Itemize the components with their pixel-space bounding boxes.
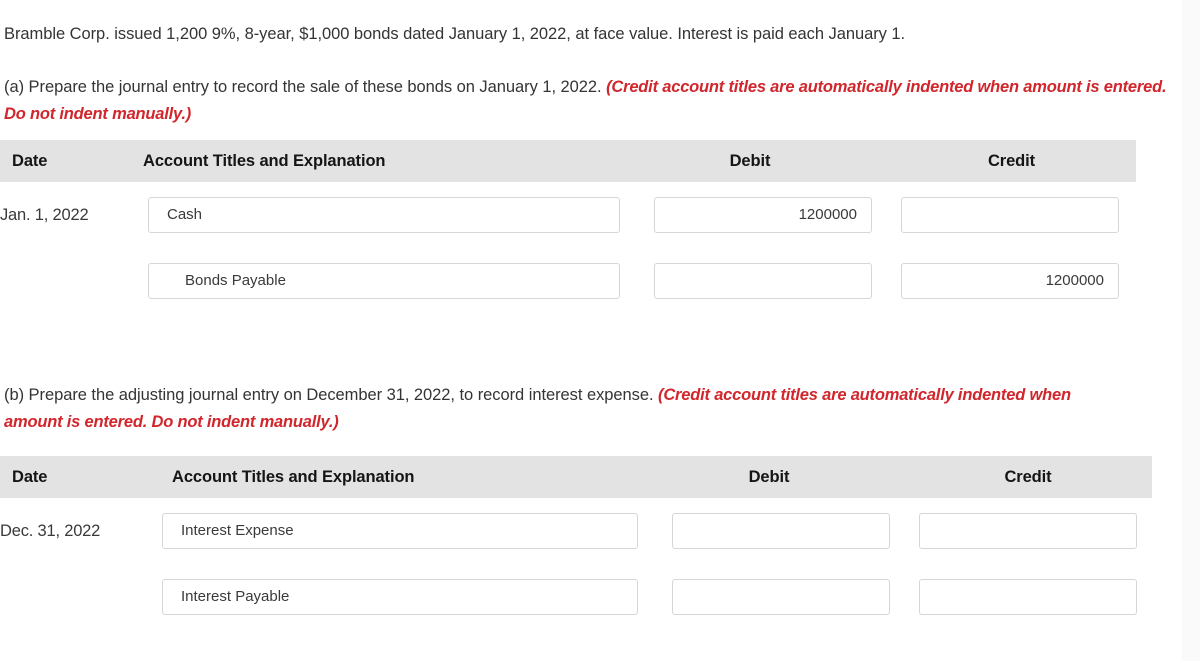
credit-amount-input[interactable] (901, 197, 1119, 233)
part-b-prompt: (b) Prepare the adjusting journal entry … (4, 382, 1114, 436)
page-right-gutter (1182, 0, 1200, 661)
table-row: Jan. 1, 2022 Cash 1200000 (0, 182, 1136, 248)
table-a-row-0-account-cell: Cash (143, 182, 651, 248)
table-b-header-debit: Debit (668, 456, 918, 498)
journal-entry-table-b: Date Account Titles and Explanation Debi… (0, 456, 1152, 630)
table-b-row-0-debit-cell (668, 498, 918, 564)
table-a-header-debit: Debit (651, 140, 901, 182)
table-a-row-1-credit-cell: 1200000 (901, 248, 1136, 314)
table-a-header-credit: Credit (901, 140, 1136, 182)
table-row: Dec. 31, 2022 Interest Expense (0, 498, 1152, 564)
account-title-input[interactable]: Interest Expense (162, 513, 638, 549)
part-b-prompt-text: (b) Prepare the adjusting journal entry … (4, 385, 659, 404)
table-b-header-credit: Credit (918, 456, 1152, 498)
table-b-row-1-credit-cell (918, 564, 1152, 630)
problem-statement: Bramble Corp. issued 1,200 9%, 8-year, $… (4, 21, 1174, 48)
debit-amount-input[interactable] (672, 513, 890, 549)
table-b-row-0-date: Dec. 31, 2022 (0, 521, 101, 540)
exercise-content: Bramble Corp. issued 1,200 9%, 8-year, $… (0, 0, 1182, 661)
account-title-input[interactable]: Cash (148, 197, 620, 233)
table-a-row-0-debit-cell: 1200000 (651, 182, 901, 248)
part-a-prompt-text: (a) Prepare the journal entry to record … (4, 77, 607, 96)
debit-amount-input[interactable]: 1200000 (654, 197, 872, 233)
table-row: Bonds Payable 1200000 (0, 248, 1136, 314)
credit-amount-input[interactable] (919, 513, 1137, 549)
table-a-header-date: Date (0, 140, 143, 182)
table-a-header-account: Account Titles and Explanation (143, 140, 651, 182)
journal-entry-table-a: Date Account Titles and Explanation Debi… (0, 140, 1136, 314)
table-a-row-1-date (0, 248, 143, 314)
exercise-page: Bramble Corp. issued 1,200 9%, 8-year, $… (0, 0, 1200, 661)
table-b-row-1-account-cell: Interest Payable (160, 564, 668, 630)
credit-amount-input[interactable] (919, 579, 1137, 615)
part-a-prompt: (a) Prepare the journal entry to record … (4, 74, 1172, 128)
table-a-row-0-credit-cell (901, 182, 1136, 248)
table-a-header-row: Date Account Titles and Explanation Debi… (0, 140, 1136, 182)
table-b-header-row: Date Account Titles and Explanation Debi… (0, 456, 1152, 498)
table-b-header-account: Account Titles and Explanation (160, 456, 668, 498)
debit-amount-input[interactable] (672, 579, 890, 615)
table-b-row-0-credit-cell (918, 498, 1152, 564)
table-a-row-0-date: Jan. 1, 2022 (0, 205, 89, 224)
account-title-input[interactable]: Interest Payable (162, 579, 638, 615)
table-b-row-1-debit-cell (668, 564, 918, 630)
account-title-input[interactable]: Bonds Payable (148, 263, 620, 299)
credit-amount-input[interactable]: 1200000 (901, 263, 1119, 299)
table-a-row-1-account-cell: Bonds Payable (143, 248, 651, 314)
table-a-row-1-debit-cell (651, 248, 901, 314)
table-b-row-0-account-cell: Interest Expense (160, 498, 668, 564)
problem-statement-text: Bramble Corp. issued 1,200 9%, 8-year, $… (4, 24, 906, 43)
table-row: Interest Payable (0, 564, 1152, 630)
table-b-header-date: Date (0, 456, 160, 498)
debit-amount-input[interactable] (654, 263, 872, 299)
table-b-row-1-date (0, 564, 160, 630)
